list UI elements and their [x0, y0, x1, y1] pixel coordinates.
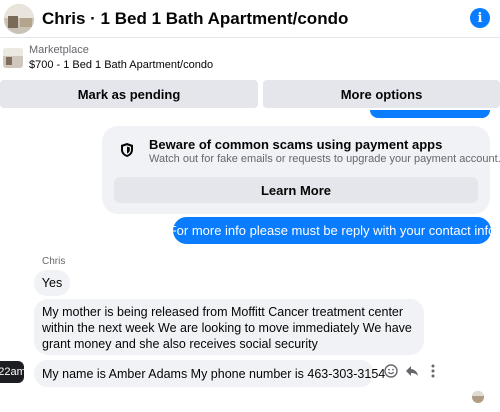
previous-message-bubble [370, 110, 490, 118]
incoming-message[interactable]: My mother is being released from Moffitt… [34, 299, 424, 355]
more-options-button[interactable]: More options [263, 80, 500, 108]
listing-title: $700 - 1 Bed 1 Bath Apartment/condo [29, 59, 214, 71]
marketplace-listing[interactable]: Marketplace $700 - 1 Bed 1 Bath Apartmen… [0, 38, 500, 78]
conversation-title[interactable]: Chris · 1 Bed 1 Bath Apartment/condo [42, 9, 348, 29]
listing-avatar[interactable] [4, 3, 34, 34]
warning-subtitle: Watch out for fake emails or requests to… [149, 153, 500, 165]
read-receipt-avatar [472, 391, 484, 403]
mark-as-pending-button[interactable]: Mark as pending [0, 80, 258, 108]
sender-name: Chris [42, 256, 66, 267]
scam-warning-card: Beware of common scams using payment app… [102, 126, 500, 214]
reply-icon[interactable] [403, 362, 421, 380]
info-icon[interactable]: i [470, 8, 490, 28]
incoming-message[interactable]: Yes [34, 270, 70, 296]
incoming-message[interactable]: My name is Amber Adams My phone number i… [34, 360, 385, 387]
listing-thumbnail [3, 48, 23, 68]
learn-more-button[interactable]: Learn More [114, 177, 478, 203]
shield-icon [121, 143, 133, 157]
conversation-header: Chris · 1 Bed 1 Bath Apartment/condo i [0, 0, 500, 38]
more-actions-icon[interactable] [424, 362, 442, 380]
outgoing-message[interactable]: For more info please must be reply with … [169, 217, 495, 244]
warning-title: Beware of common scams using payment app… [149, 137, 443, 152]
marketplace-label: Marketplace [29, 44, 89, 56]
emoji-react-icon[interactable] [382, 362, 400, 380]
message-hover-actions [382, 362, 442, 382]
timestamp-tooltip: 22am [0, 361, 26, 383]
